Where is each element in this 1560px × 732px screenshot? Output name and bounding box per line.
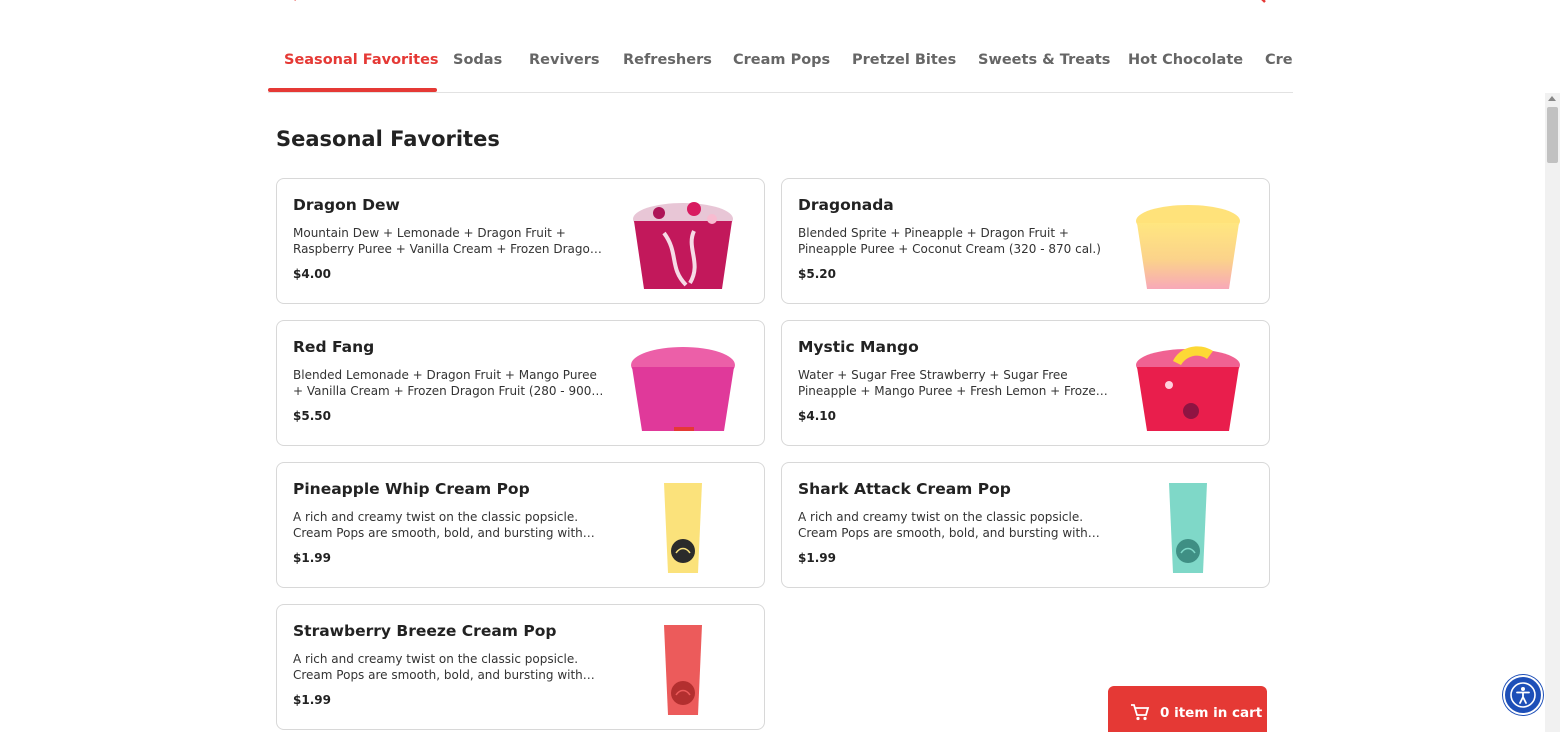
red-fang-image (631, 347, 735, 431)
menu-item-card[interactable]: Strawberry Breeze Cream Pop A rich and c… (276, 604, 765, 730)
dragon-dew-image (633, 202, 733, 289)
item-name: Dragon Dew (293, 196, 400, 214)
cart-count-label: 0 item in cart (1160, 705, 1263, 721)
menu-item-card[interactable]: Mystic Mango Water + Sugar Free Strawber… (781, 320, 1270, 446)
scrollbar-thumb[interactable] (1547, 107, 1558, 163)
tab-pretzel-bites[interactable]: Pretzel Bites (852, 52, 956, 68)
accessibility-button[interactable] (1503, 675, 1543, 715)
item-price: $1.99 (293, 693, 331, 707)
tab-sodas[interactable]: Sodas (453, 52, 502, 68)
search-bar[interactable] (268, 0, 1293, 10)
item-name: Mystic Mango (798, 338, 919, 356)
dragonada-image (1136, 205, 1240, 289)
tab-hot-chocolate[interactable]: Hot Chocolate (1128, 52, 1243, 68)
item-description: Blended Sprite + Pineapple + Dragon Frui… (798, 226, 1101, 256)
pineapple-cream-pop-image (664, 483, 702, 573)
menu-item-card[interactable]: Dragon Dew Mountain Dew + Lemonade + Dra… (276, 178, 765, 304)
menu-item-card[interactable]: Dragonada Blended Sprite + Pineapple + D… (781, 178, 1270, 304)
section-title: Seasonal Favorites (276, 127, 500, 151)
item-description: A rich and creamy twist on the classic p… (798, 510, 1088, 540)
cart-icon (1130, 703, 1150, 725)
menu-item-card[interactable]: Red Fang Blended Lemonade + Dragon Fruit… (276, 320, 765, 446)
item-price: $4.10 (798, 409, 836, 423)
item-name: Strawberry Breeze Cream Pop (293, 622, 557, 640)
item-price: $1.99 (798, 551, 836, 565)
tab-sweets-treats[interactable]: Sweets & Treats (978, 52, 1110, 68)
item-price: $5.50 (293, 409, 331, 423)
item-name: Shark Attack Cream Pop (798, 480, 1011, 498)
view-cart-button[interactable]: 0 item in cart (1108, 686, 1267, 732)
item-name: Dragonada (798, 196, 894, 214)
item-price: $5.20 (798, 267, 836, 281)
active-tab-indicator (268, 88, 437, 92)
tab-refreshers[interactable]: Refreshers (623, 52, 712, 68)
scroll-up-arrow[interactable] (1548, 96, 1556, 101)
item-description: Water + Sugar Free Strawberry + Sugar Fr… (798, 368, 1104, 398)
item-price: $4.00 (293, 267, 331, 281)
item-description: Mountain Dew + Lemonade + Dragon Fruit +… (293, 226, 598, 256)
search-icon[interactable] (1245, 0, 1267, 12)
shark-attack-cream-pop-image (1169, 483, 1207, 573)
accessibility-icon (1510, 682, 1536, 708)
item-description: Blended Lemonade + Dragon Fruit + Mango … (293, 368, 597, 398)
strawberry-cream-pop-image (664, 625, 702, 715)
category-tabs: Seasonal Favorites Sodas Revivers Refres… (268, 40, 1293, 93)
tab-cream-truncated[interactable]: Crea (1265, 52, 1293, 68)
mystic-mango-image (1136, 346, 1240, 431)
menu-item-card[interactable]: Shark Attack Cream Pop A rich and creamy… (781, 462, 1270, 588)
item-price: $1.99 (293, 551, 331, 565)
item-description: A rich and creamy twist on the classic p… (293, 652, 583, 682)
menu-item-card[interactable]: Pineapple Whip Cream Pop A rich and crea… (276, 462, 765, 588)
search-left-icon (286, 0, 300, 9)
item-name: Red Fang (293, 338, 375, 356)
item-name: Pineapple Whip Cream Pop (293, 480, 530, 498)
tab-cream-pops[interactable]: Cream Pops (733, 52, 830, 68)
tab-revivers[interactable]: Revivers (529, 52, 600, 68)
page-scrollbar[interactable] (1545, 93, 1560, 732)
tab-seasonal-favorites[interactable]: Seasonal Favorites (284, 52, 439, 68)
item-description: A rich and creamy twist on the classic p… (293, 510, 583, 540)
